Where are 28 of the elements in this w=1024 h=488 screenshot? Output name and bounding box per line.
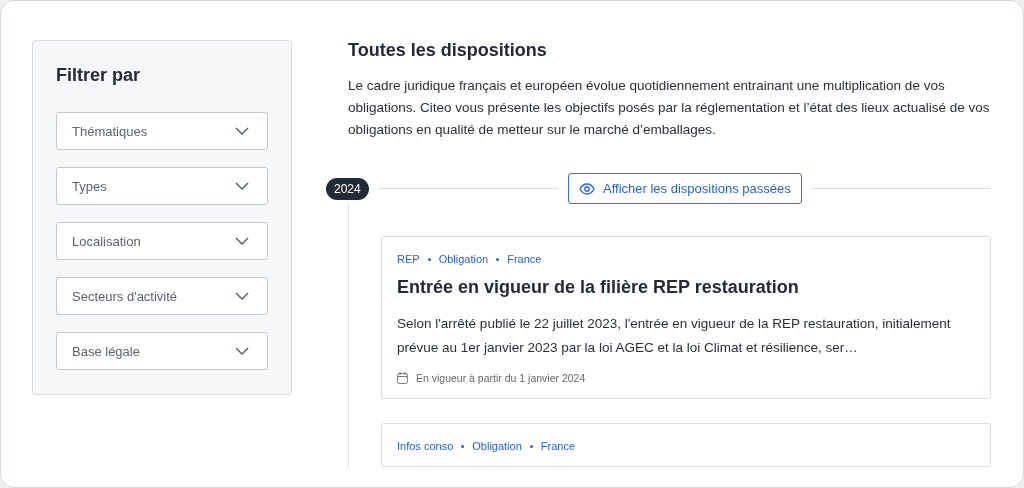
- chevron-down-icon: [235, 347, 249, 355]
- page-title: Toutes les dispositions: [348, 40, 548, 61]
- calendar-icon: [397, 372, 408, 384]
- tag-link[interactable]: Obligation: [472, 440, 522, 452]
- tag-link[interactable]: REP: [397, 253, 420, 265]
- chevron-down-icon: [235, 182, 249, 190]
- tag-link[interactable]: Obligation: [438, 253, 489, 265]
- chevron-down-icon: [235, 292, 249, 300]
- provision-card[interactable]: [381, 236, 991, 399]
- tag-link[interactable]: France: [540, 440, 576, 452]
- filter-dropdown[interactable]: Base légale: [56, 332, 268, 370]
- intro-paragraph: Le cadre juridique français et européen évolue quotidiennement entrainant une multiplication de vos obligations. Citeo vous présente les objectifs posés par la réglementation et l’état des lieux actualisé de vos obligations en qualité de metteur sur le marché d’emballages.: [348, 77, 991, 139]
- card-description: Selon l'arrêté publié le 22 juillet 2023, l'entrée en vigueur de la REP restauration, initialement prévue au 1er janvier 2023 par la loi AGEC et la loi Climat et résilience, ser…: [397, 315, 952, 357]
- chevron-down-icon: [235, 127, 249, 135]
- filter-dropdown[interactable]: Secteurs d'activité: [56, 277, 268, 315]
- tag-link[interactable]: France: [507, 253, 542, 265]
- filter-title: Filtrer par: [56, 65, 142, 86]
- card-title: Entrée en vigueur de la filière REP restauration: [397, 277, 800, 298]
- filter-dropdown[interactable]: Types: [56, 167, 268, 205]
- effective-date: En vigueur à partir du 1 janvier 2024: [416, 372, 586, 384]
- eye-icon: [579, 182, 596, 195]
- filter-dropdown[interactable]: Thématiques: [56, 112, 268, 150]
- chevron-down-icon: [235, 237, 249, 245]
- filter-dropdown[interactable]: Localisation: [56, 222, 268, 260]
- year-badge: 2024: [326, 177, 369, 200]
- tag-link[interactable]: Infos conso: [397, 440, 454, 452]
- provision-card[interactable]: Infos conso Obligation France: [381, 423, 991, 467]
- show-past-button[interactable]: Afficher les dispositions passées: [568, 173, 802, 204]
